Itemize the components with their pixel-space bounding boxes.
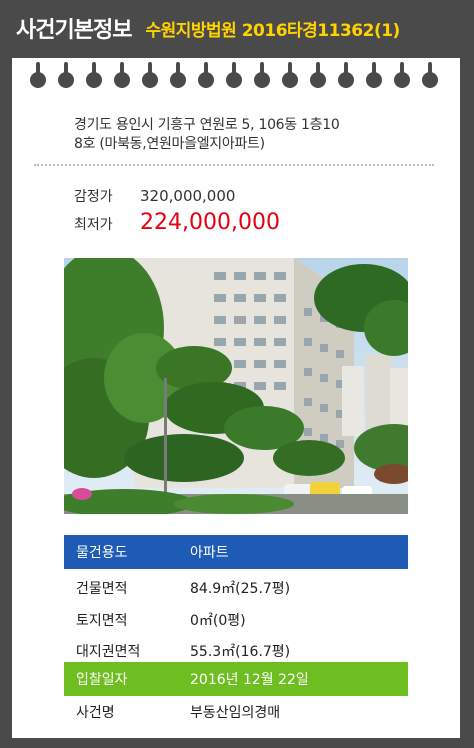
info-row-bid-date: 입찰일자 2016년 12월 22일 — [64, 662, 408, 696]
binder-ring-icon — [338, 62, 354, 88]
property-address: 경기도 용인시 기흥구 연원로 5, 106동 1층10 8호 (마북동,연원마… — [74, 116, 434, 154]
binder-ring-icon — [58, 62, 74, 88]
info-value: 아파트 — [190, 545, 229, 561]
info-value: 부동산임의경매 — [190, 705, 281, 721]
binder-ring-icon — [198, 62, 214, 88]
info-key: 사건명 — [76, 705, 115, 721]
appraisal-price-row: 감정가 320,000,000 — [74, 186, 235, 206]
dotted-divider — [34, 164, 434, 166]
info-key: 토지면적 — [76, 613, 128, 629]
minimum-value: 224,000,000 — [140, 210, 280, 235]
info-row-building-area: 건물면적 84.9㎡(25.7평) — [64, 571, 408, 605]
address-line-1: 경기도 용인시 기흥구 연원로 5, 106동 1층10 — [74, 117, 340, 133]
case-number: 수원지방법원 2016타경11362(1) — [145, 20, 400, 41]
address-line-2: 8호 (마북동,연원마을엘지아파트) — [74, 136, 265, 152]
appraisal-label: 감정가 — [74, 189, 113, 205]
info-key: 입찰일자 — [76, 672, 128, 688]
info-key: 물건용도 — [76, 545, 128, 561]
binder-ring-icon — [170, 62, 186, 88]
binder-ring-icon — [310, 62, 326, 88]
binder-ring-icon — [394, 62, 410, 88]
info-value: 84.9㎡(25.7평) — [190, 581, 291, 597]
page-title: 사건기본정보 — [16, 18, 132, 43]
binder-ring-icon — [86, 62, 102, 88]
info-key: 대지권면적 — [76, 644, 141, 660]
info-value: 2016년 12월 22일 — [190, 672, 309, 688]
minimum-price-row: 최저가 224,000,000 — [74, 210, 280, 235]
minimum-label: 최저가 — [74, 217, 113, 233]
info-card: 경기도 용인시 기흥구 연원로 5, 106동 1층10 8호 (마북동,연원마… — [12, 58, 460, 738]
info-row-land-area: 토지면적 0㎡(0평) — [64, 603, 408, 637]
binder-ring-icon — [254, 62, 270, 88]
binder-rings — [12, 62, 460, 90]
property-photo — [64, 258, 408, 514]
info-key: 건물면적 — [76, 581, 128, 597]
page-header: 사건기본정보 수원지방법원 2016타경11362(1) — [0, 0, 474, 56]
info-value: 0㎡(0평) — [190, 613, 246, 629]
appraisal-value: 320,000,000 — [140, 187, 236, 205]
binder-ring-icon — [142, 62, 158, 88]
binder-ring-icon — [422, 62, 438, 88]
binder-ring-icon — [114, 62, 130, 88]
binder-ring-icon — [366, 62, 382, 88]
binder-ring-icon — [30, 62, 46, 88]
info-row-case-name: 사건명 부동산임의경매 — [64, 695, 408, 729]
info-value: 55.3㎡(16.7평) — [190, 644, 291, 660]
info-row-usage: 물건용도 아파트 — [64, 535, 408, 569]
binder-ring-icon — [282, 62, 298, 88]
binder-ring-icon — [226, 62, 242, 88]
